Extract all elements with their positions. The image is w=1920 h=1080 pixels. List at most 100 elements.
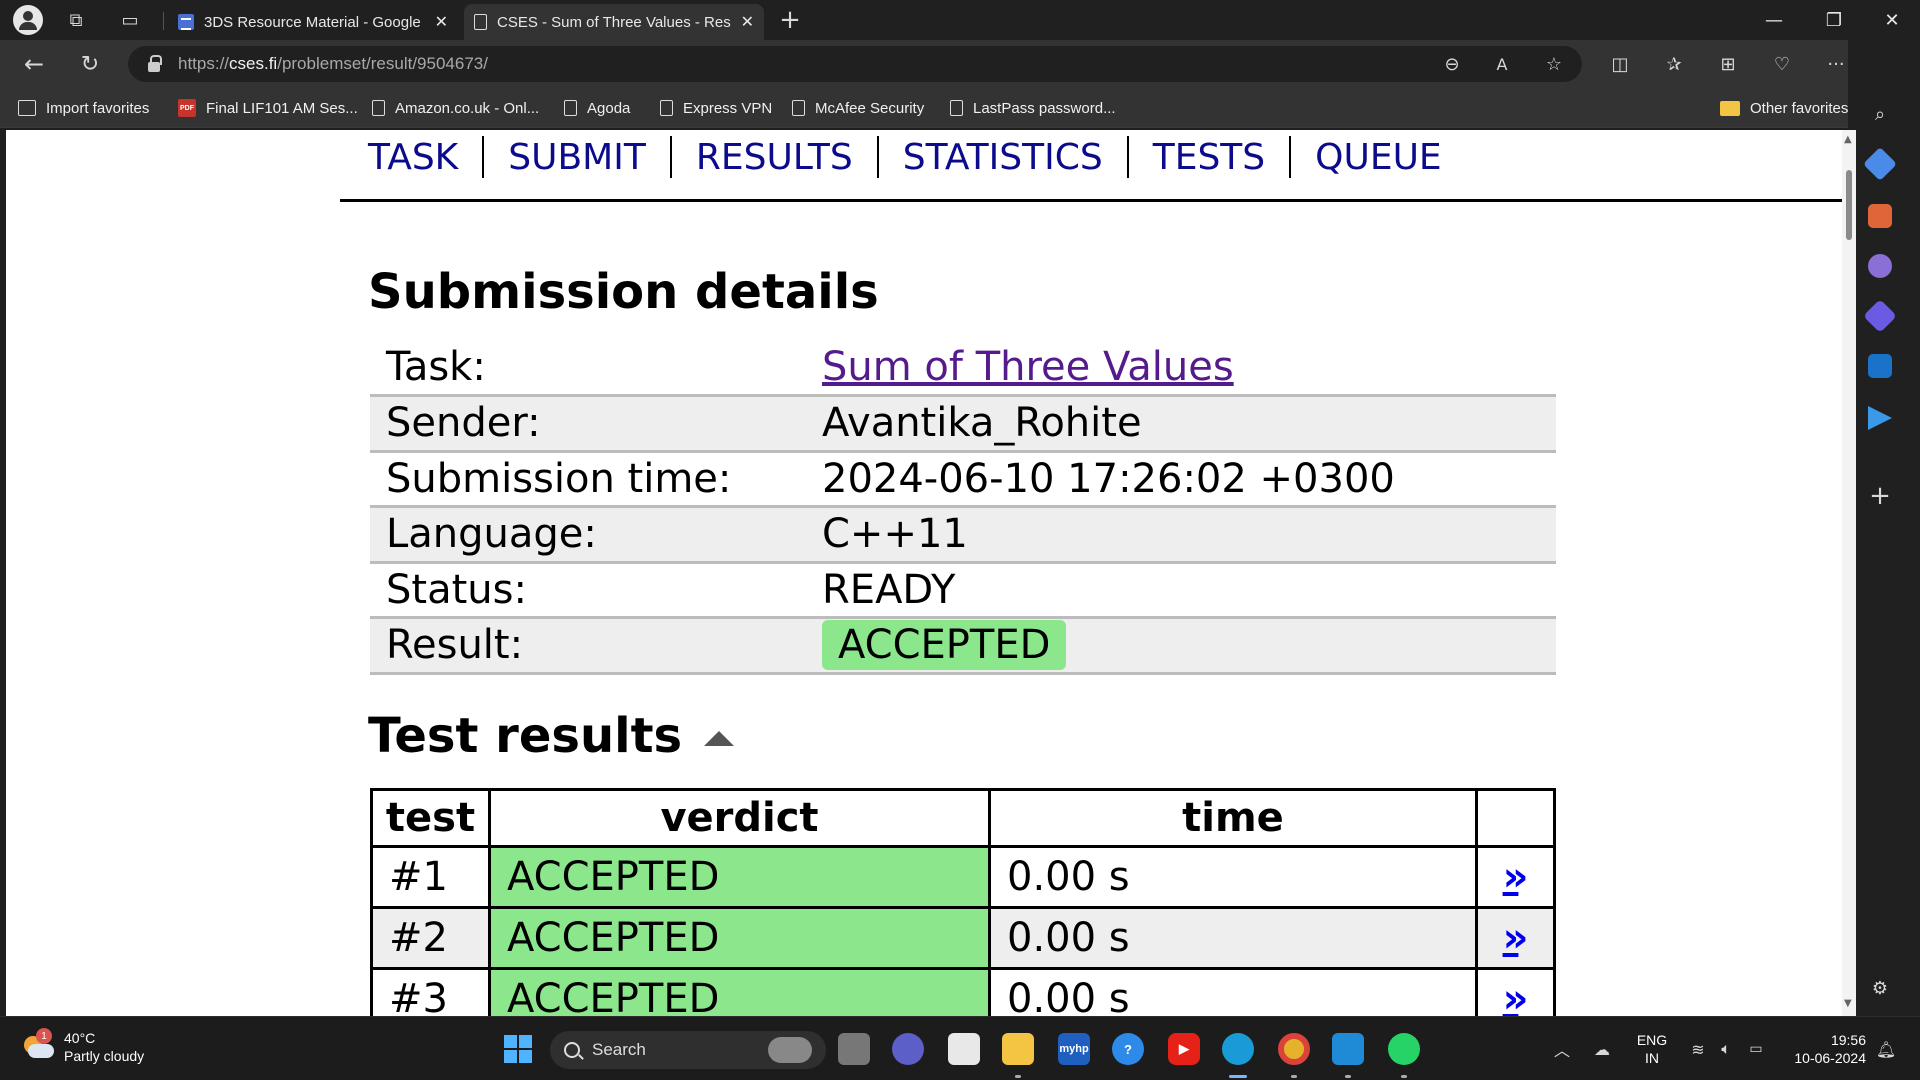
split-screen-icon[interactable]: ◫ xyxy=(1602,46,1638,82)
weather-badge: 1 xyxy=(36,1028,52,1044)
detail-row-sender: Sender: Avantika_Rohite xyxy=(370,395,1556,453)
tab-3ds-resource[interactable]: 3DS Resource Material - Google ✕ xyxy=(168,4,458,40)
page-content: TASK SUBMIT RESULTS STATISTICS TESTS QUE… xyxy=(6,130,1850,1016)
scroll-thumb[interactable] xyxy=(1846,170,1852,240)
edge-icon[interactable] xyxy=(1222,1033,1254,1065)
url-text[interactable]: https://cses.fi/problemset/result/950467… xyxy=(178,54,488,74)
test-detail-cell: » xyxy=(1475,845,1556,909)
weather-widget[interactable]: 1 40°C Partly cloudy xyxy=(22,1028,144,1065)
copilot-sidebar-icon[interactable] xyxy=(1863,299,1897,333)
url-bar[interactable]: https://cses.fi/problemset/result/950467… xyxy=(128,46,1582,82)
test-results-heading-row[interactable]: Test results xyxy=(368,708,735,764)
close-tab-icon[interactable]: ✕ xyxy=(741,12,754,32)
outlook-icon[interactable] xyxy=(1868,354,1892,378)
test-verdict: ACCEPTED xyxy=(488,845,991,909)
scroll-down-icon[interactable]: ▼ xyxy=(1844,998,1852,1009)
restore-icon[interactable]: ❐ xyxy=(1806,0,1862,40)
battery-icon[interactable]: ▭ xyxy=(1738,1031,1774,1067)
page-icon xyxy=(792,100,805,116)
test-id: #3 xyxy=(370,967,491,1016)
fav-label: Import favorites xyxy=(46,99,150,117)
collections-icon[interactable]: ⊞ xyxy=(1710,46,1746,82)
collapse-arrow-icon[interactable] xyxy=(704,730,735,746)
fav-lastpass[interactable]: LastPass password... xyxy=(950,96,1116,120)
detail-value: ACCEPTED xyxy=(822,617,1556,675)
new-tab-icon[interactable]: + xyxy=(772,2,808,38)
settings-gear-icon[interactable]: ⚙ xyxy=(1862,970,1898,1006)
google-docs-icon xyxy=(178,14,194,30)
minimize-icon[interactable]: — xyxy=(1746,0,1802,40)
running-indicator xyxy=(1345,1075,1351,1078)
teams-chat-icon[interactable] xyxy=(892,1033,924,1065)
favorite-star-icon[interactable]: ☆ xyxy=(1536,46,1572,82)
zoom-icon[interactable]: ⊖ xyxy=(1434,46,1470,82)
tab-separator xyxy=(163,12,164,30)
workspaces-icon[interactable]: ⧉ xyxy=(58,2,94,38)
detail-row-submission-time: Submission time: 2024-06-10 17:26:02 +03… xyxy=(370,451,1556,508)
test-time: 0.00 s xyxy=(988,967,1478,1016)
nav-task[interactable]: TASK xyxy=(368,137,458,178)
chrome-icon[interactable] xyxy=(1278,1033,1310,1065)
profile-button[interactable] xyxy=(10,2,46,38)
view-test-icon[interactable]: » xyxy=(1503,976,1529,1016)
nav-results[interactable]: RESULTS xyxy=(696,137,853,178)
tab-actions-icon[interactable]: ▭ xyxy=(112,2,148,38)
task-view-icon[interactable] xyxy=(838,1033,870,1065)
browser-essentials-icon[interactable]: ♡ xyxy=(1764,46,1800,82)
nav-tests[interactable]: TESTS xyxy=(1153,137,1265,178)
fav-agoda[interactable]: Agoda xyxy=(564,96,630,120)
fav-amazon[interactable]: Amazon.co.uk - Onl... xyxy=(372,96,539,120)
fav-mcafee[interactable]: McAfee Security xyxy=(792,96,924,120)
task-link[interactable]: Sum of Three Values xyxy=(822,344,1234,390)
microsoft-store-icon[interactable] xyxy=(948,1033,980,1065)
favorites-icon[interactable]: ✰ xyxy=(1656,46,1692,82)
send-icon[interactable] xyxy=(1868,406,1892,430)
show-hidden-icons-icon[interactable]: ︿ xyxy=(1544,1031,1580,1067)
tools-icon[interactable] xyxy=(1868,204,1892,228)
import-icon xyxy=(18,100,36,116)
weather-text: 40°C Partly cloudy xyxy=(64,1029,144,1065)
detail-label: Status: xyxy=(370,562,822,619)
vscode-icon[interactable] xyxy=(1332,1033,1364,1065)
language-indicator[interactable]: ENG IN xyxy=(1632,1031,1672,1067)
nav-statistics[interactable]: STATISTICS xyxy=(903,137,1103,178)
start-button[interactable] xyxy=(504,1035,532,1063)
fav-express-vpn[interactable]: Express VPN xyxy=(660,96,772,120)
address-toolbar: ← ↻ https://cses.fi/problemset/result/95… xyxy=(0,40,1920,88)
close-tab-icon[interactable]: ✕ xyxy=(435,12,448,32)
read-aloud-icon[interactable]: A xyxy=(1484,46,1520,82)
refresh-icon[interactable]: ↻ xyxy=(72,46,108,82)
scroll-up-icon[interactable]: ▲ xyxy=(1844,134,1852,145)
search-icon[interactable]: ⌕ xyxy=(1862,96,1898,132)
nav-queue[interactable]: QUEUE xyxy=(1315,137,1442,178)
fav-label: Final LIF101 AM Ses... xyxy=(206,99,358,117)
nav-submit[interactable]: SUBMIT xyxy=(508,137,646,178)
help-icon[interactable]: ? xyxy=(1112,1033,1144,1065)
back-icon[interactable]: ← xyxy=(16,46,52,82)
tab-title: 3DS Resource Material - Google xyxy=(204,13,421,31)
nav-separator xyxy=(1126,136,1129,178)
close-window-icon[interactable]: ✕ xyxy=(1864,0,1920,40)
shopping-icon[interactable] xyxy=(1863,147,1897,181)
view-test-icon[interactable]: » xyxy=(1503,915,1529,961)
fav-final-lif101[interactable]: PDF Final LIF101 AM Ses... xyxy=(178,96,358,120)
add-sidebar-icon[interactable]: + xyxy=(1862,478,1898,514)
games-icon[interactable] xyxy=(1868,254,1892,278)
fav-other-favorites[interactable]: Other favorites xyxy=(1720,96,1848,120)
notifications-bell-icon[interactable]: 🔔︎ xyxy=(1868,1031,1904,1067)
youtube-icon[interactable]: ▶ xyxy=(1168,1033,1200,1065)
detail-row-language: Language: C++11 xyxy=(370,506,1556,564)
fav-import-favorites[interactable]: Import favorites xyxy=(18,96,149,120)
onedrive-icon[interactable]: ☁ xyxy=(1584,1031,1620,1067)
test-verdict: ACCEPTED xyxy=(488,906,991,970)
view-test-icon[interactable]: » xyxy=(1503,854,1529,900)
nav-separator xyxy=(876,136,879,178)
whatsapp-icon[interactable] xyxy=(1388,1033,1420,1065)
taskbar-search[interactable]: Search xyxy=(550,1031,826,1069)
clock-time: 19:56 xyxy=(1830,1032,1866,1048)
clock[interactable]: 19:56 10-06-2024 xyxy=(1782,1031,1866,1067)
page-scrollbar[interactable]: ▲ ▼ xyxy=(1842,130,1856,1016)
file-explorer-icon[interactable] xyxy=(1002,1033,1034,1065)
myhp-icon[interactable]: myhp xyxy=(1058,1033,1090,1065)
tab-cses-result[interactable]: CSES - Sum of Three Values - Res ✕ xyxy=(464,4,764,40)
